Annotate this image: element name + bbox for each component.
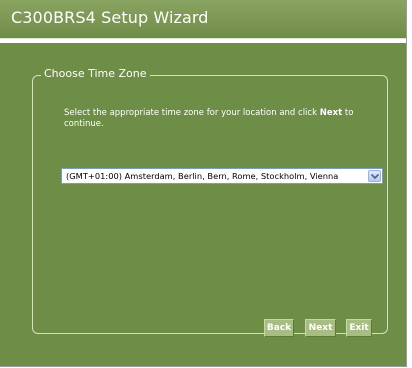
- back-button[interactable]: Back: [264, 319, 294, 337]
- next-button[interactable]: Next: [305, 319, 336, 337]
- exit-button[interactable]: Exit: [346, 319, 372, 337]
- wizard-body: Choose Time Zone Select the appropriate …: [0, 43, 406, 366]
- time-zone-selected-value: (GMT+01:00) Amsterdam, Berlin, Bern, Rom…: [66, 171, 339, 181]
- title-bar: C300BRS4 Setup Wizard: [0, 0, 406, 39]
- instructions-before: Select the appropriate time zone for you…: [64, 108, 320, 118]
- time-zone-groupbox: Choose Time Zone Select the appropriate …: [32, 67, 388, 334]
- chevron-down-icon: [371, 173, 379, 180]
- groupbox-legend: Choose Time Zone: [41, 67, 150, 80]
- dropdown-arrow-button[interactable]: [368, 170, 381, 182]
- time-zone-dropdown[interactable]: (GMT+01:00) Amsterdam, Berlin, Bern, Rom…: [61, 168, 383, 184]
- instructions-text: Select the appropriate time zone for you…: [64, 108, 364, 130]
- window-title: C300BRS4 Setup Wizard: [11, 8, 209, 27]
- setup-wizard-window: C300BRS4 Setup Wizard Choose Time Zone S…: [0, 0, 407, 367]
- instructions-bold-next: Next: [319, 108, 343, 118]
